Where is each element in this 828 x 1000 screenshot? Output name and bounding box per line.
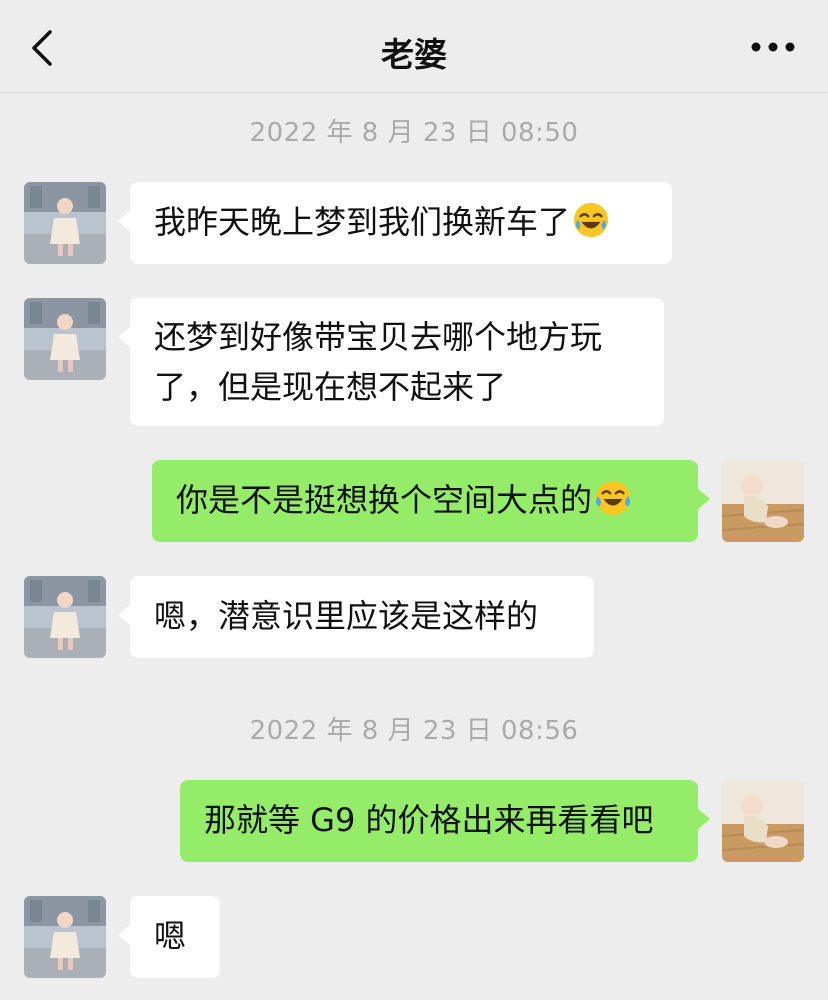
received-message-bubble[interactable]: 我昨天晚上梦到我们换新车了 <box>118 182 672 264</box>
contact-avatar[interactable] <box>24 576 106 658</box>
sent-message-bubble[interactable]: 那就等 G9 的价格出来再看看吧 <box>180 780 710 862</box>
received-message-bubble[interactable]: 嗯，潜意识里应该是这样的 <box>118 576 594 658</box>
girl-photo-avatar <box>24 298 106 380</box>
message-text-line: 还梦到好像带宝贝去哪个地方玩 <box>154 318 603 356</box>
message-text-line: 了，但是现在想不起来了 <box>154 368 507 406</box>
my-avatar[interactable] <box>722 460 804 542</box>
chat-header: 老婆 <box>0 0 828 93</box>
received-message-bubble[interactable]: 还梦到好像带宝贝去哪个地方玩 了，但是现在想不起来了 <box>118 298 664 426</box>
message-text: 嗯 <box>154 917 187 955</box>
contact-avatar[interactable] <box>24 896 106 978</box>
girl-photo-avatar <box>24 182 106 264</box>
more-button[interactable] <box>748 36 798 58</box>
message-timestamp: 2022 年 8 月 23 日 08:50 <box>249 118 579 148</box>
message-text: 嗯，潜意识里应该是这样的 <box>154 597 539 635</box>
sent-message-bubble[interactable]: 你是不是挺想换个空间大点的 <box>152 460 710 542</box>
my-avatar[interactable] <box>722 780 804 862</box>
laughing-crying-emoji <box>573 202 609 238</box>
more-dots-icon <box>751 42 795 52</box>
contact-avatar[interactable] <box>24 298 106 380</box>
message-text: 那就等 G9 的价格出来再看看吧 <box>204 801 654 839</box>
baby-photo-avatar <box>722 780 804 862</box>
message-text: 你是不是挺想换个空间大点的 <box>176 481 593 519</box>
received-message-bubble[interactable]: 嗯 <box>118 896 220 978</box>
contact-avatar[interactable] <box>24 182 106 264</box>
girl-photo-avatar <box>24 896 106 978</box>
girl-photo-avatar <box>24 576 106 658</box>
baby-photo-avatar <box>722 460 804 542</box>
message-text: 我昨天晚上梦到我们换新车了 <box>154 203 571 241</box>
message-timestamp: 2022 年 8 月 23 日 08:56 <box>249 716 579 746</box>
tears-of-joy-emoji <box>595 480 631 516</box>
chat-title: 老婆 <box>381 35 447 74</box>
